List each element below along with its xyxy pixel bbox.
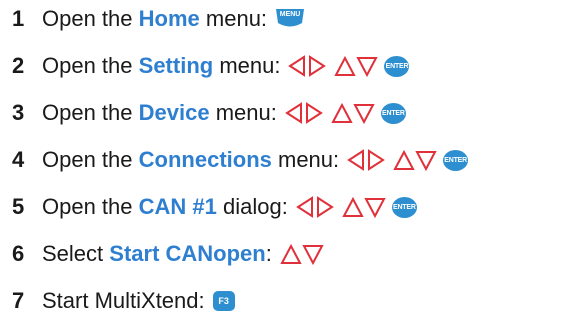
step-keyword: Setting (138, 53, 214, 78)
left-right-arrows-icon (288, 55, 328, 77)
step-text-pre: Open the (42, 194, 133, 219)
step-keyword: Connections (138, 147, 272, 172)
step-text-pre: Select (42, 241, 104, 266)
step-number: 3 (12, 100, 25, 125)
up-down-arrows-icon (342, 196, 386, 218)
step-5: 5 Open the CAN #1 dialog: ENTER (12, 192, 417, 222)
step-number: 6 (12, 241, 25, 266)
up-down-arrows-icon (280, 243, 324, 265)
step-text-pre: Open the (42, 147, 133, 172)
step-text-pre: Open the (42, 100, 133, 125)
step-text-post: menu: (219, 53, 281, 78)
enter-key-icon: ENTER (443, 149, 469, 171)
step-number: 4 (12, 147, 25, 172)
enter-key-icon: ENTER (380, 102, 406, 124)
step-number: 1 (12, 6, 25, 31)
step-keys (280, 243, 324, 265)
step-keyword: Home (138, 6, 200, 31)
step-3: 3 Open the Device menu: ENTER (12, 98, 406, 128)
enter-key-icon: ENTER (391, 196, 417, 218)
menu-key-label: MENU (279, 11, 301, 18)
step-number: 7 (12, 288, 25, 313)
step-number: 5 (12, 194, 25, 219)
step-keys: ENTER (296, 196, 417, 218)
step-text-post: menu: (205, 6, 268, 31)
step-number: 2 (12, 53, 25, 78)
step-text-pre: Start MultiXtend: (42, 288, 205, 313)
step-text-post: dialog: (223, 194, 288, 219)
left-right-arrows-icon (347, 149, 387, 171)
step-keys: ENTER (288, 55, 410, 77)
step-keys: ENTER (347, 149, 469, 171)
step-4: 4 Open the Connections menu: ENTER (12, 145, 469, 175)
step-6: 6 Select Start CANopen : (12, 239, 324, 269)
step-keys: F3 (212, 291, 235, 311)
step-text-post: : (265, 241, 272, 266)
up-down-arrows-icon (331, 102, 375, 124)
left-right-arrows-icon (285, 102, 325, 124)
step-text-pre: Open the (42, 6, 133, 31)
step-keyword: CAN #1 (138, 194, 217, 219)
step-text-post: menu: (215, 100, 277, 125)
left-right-arrows-icon (296, 196, 336, 218)
step-text-pre: Open the (42, 53, 133, 78)
f3-key-icon: F3 (212, 291, 235, 311)
step-keyword: Start CANopen (109, 241, 266, 266)
up-down-arrows-icon (393, 149, 437, 171)
step-1: 1 Open the Home menu: MENU (12, 4, 305, 34)
menu-key-icon: MENU (275, 8, 305, 30)
step-keyword: Device (138, 100, 210, 125)
step-keys: MENU (275, 8, 305, 30)
up-down-arrows-icon (334, 55, 379, 77)
step-keys: ENTER (285, 102, 406, 124)
step-2: 2 Open the Setting menu: ENTER (12, 51, 410, 81)
step-text-post: menu: (278, 147, 340, 172)
step-7: 7 Start MultiXtend: F3 (12, 286, 235, 316)
enter-key-icon: ENTER (384, 55, 410, 77)
